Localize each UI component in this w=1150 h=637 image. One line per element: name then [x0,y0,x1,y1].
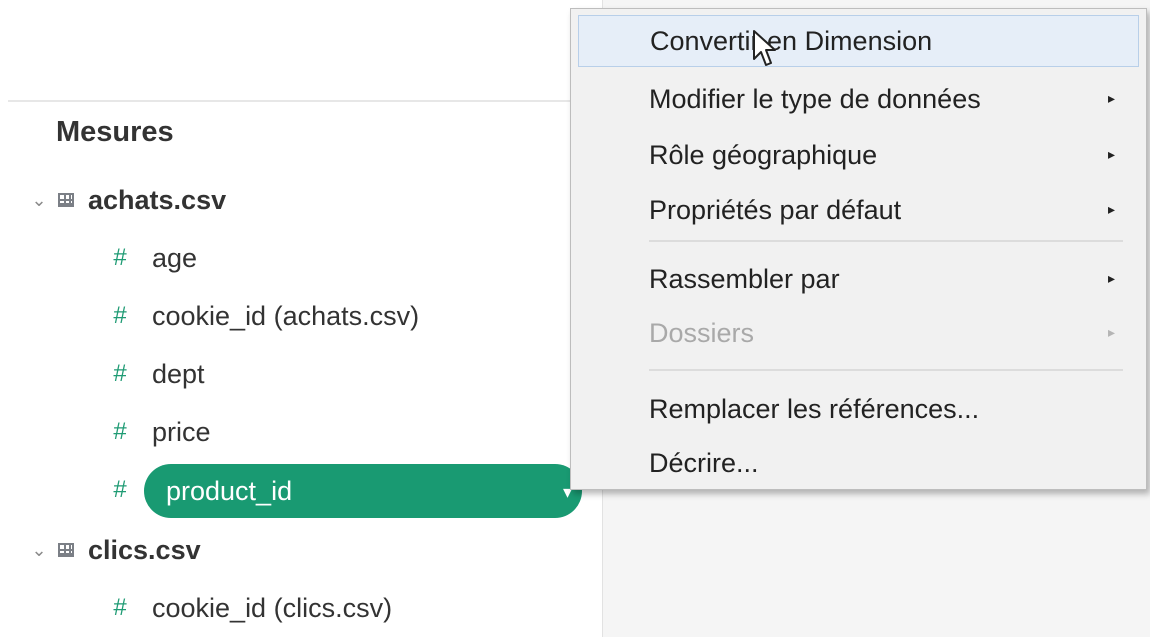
data-pane: Mesures ⌄ achats.csv # age # cookie_id (… [0,0,602,637]
pane-divider [8,100,602,102]
menu-item-label: Modifier le type de données [649,83,981,114]
expand-chevron-icon[interactable]: ⌄ [28,540,50,561]
submenu-arrow-icon: ▸ [1107,324,1115,340]
menu-item-label: Convertir en Dimension [650,25,933,56]
table-icon [58,193,74,207]
measure-hash-icon: # [113,360,127,387]
menu-item-label: Décrire... [649,447,759,478]
menu-item-label: Dossiers [649,317,755,348]
menu-item-convert-dimension[interactable]: Convertir en Dimension [578,15,1139,67]
field-label: age [152,242,198,273]
field-label: cookie_id (clics.csv) [152,592,393,623]
context-menu: Convertir en Dimension Modifier le type … [570,8,1147,490]
mouse-pointer-icon [753,30,776,66]
table-row-achats[interactable]: ⌄ achats.csv [28,174,226,226]
table-icon [58,543,74,557]
menu-item-change-data-type[interactable]: Modifier le type de données ▸ [578,73,1139,125]
menu-item-group-by[interactable]: Rassembler par ▸ [578,253,1139,305]
measure-hash-icon: # [113,418,127,445]
submenu-arrow-icon: ▸ [1107,201,1115,217]
field-label: product_id [166,475,293,506]
section-title-measures: Mesures [56,116,174,148]
field-row-price[interactable]: # price [108,406,211,458]
field-row-cookie-id-achats[interactable]: # cookie_id (achats.csv) [108,290,419,342]
menu-item-replace-references[interactable]: Remplacer les références... [578,383,1139,435]
table-name: achats.csv [88,184,227,215]
table-name: clics.csv [88,534,201,565]
measure-hash-icon: # [113,244,127,271]
submenu-arrow-icon: ▸ [1107,270,1115,286]
menu-item-default-properties[interactable]: Propriétés par défaut ▸ [578,184,1139,236]
menu-item-label: Propriétés par défaut [649,194,902,225]
field-row-cookie-id-clics[interactable]: # cookie_id (clics.csv) [108,582,392,634]
menu-item-label: Remplacer les références... [649,393,980,424]
submenu-arrow-icon: ▸ [1107,146,1115,162]
menu-item-folders: Dossiers ▸ [578,307,1139,359]
menu-item-label: Rassembler par [649,263,840,294]
table-row-clics[interactable]: ⌄ clics.csv [28,524,201,576]
measure-hash-icon: # [113,594,127,621]
field-label: dept [152,358,205,389]
selected-field-pill[interactable]: product_id ▾ [144,464,582,518]
menu-separator [649,240,1123,242]
menu-separator [649,369,1123,371]
field-row-age[interactable]: # age [108,232,197,284]
menu-item-geographic-role[interactable]: Rôle géographique ▸ [578,129,1139,181]
submenu-arrow-icon: ▸ [1107,90,1115,106]
menu-item-describe[interactable]: Décrire... [578,437,1139,489]
measure-hash-icon: # [113,476,127,503]
field-label: cookie_id (achats.csv) [152,300,420,331]
menu-item-label: Rôle géographique [649,139,878,170]
field-label: price [152,416,211,447]
field-row-dept[interactable]: # dept [108,348,205,400]
measure-hash-icon: # [113,302,127,329]
expand-chevron-icon[interactable]: ⌄ [28,190,50,211]
